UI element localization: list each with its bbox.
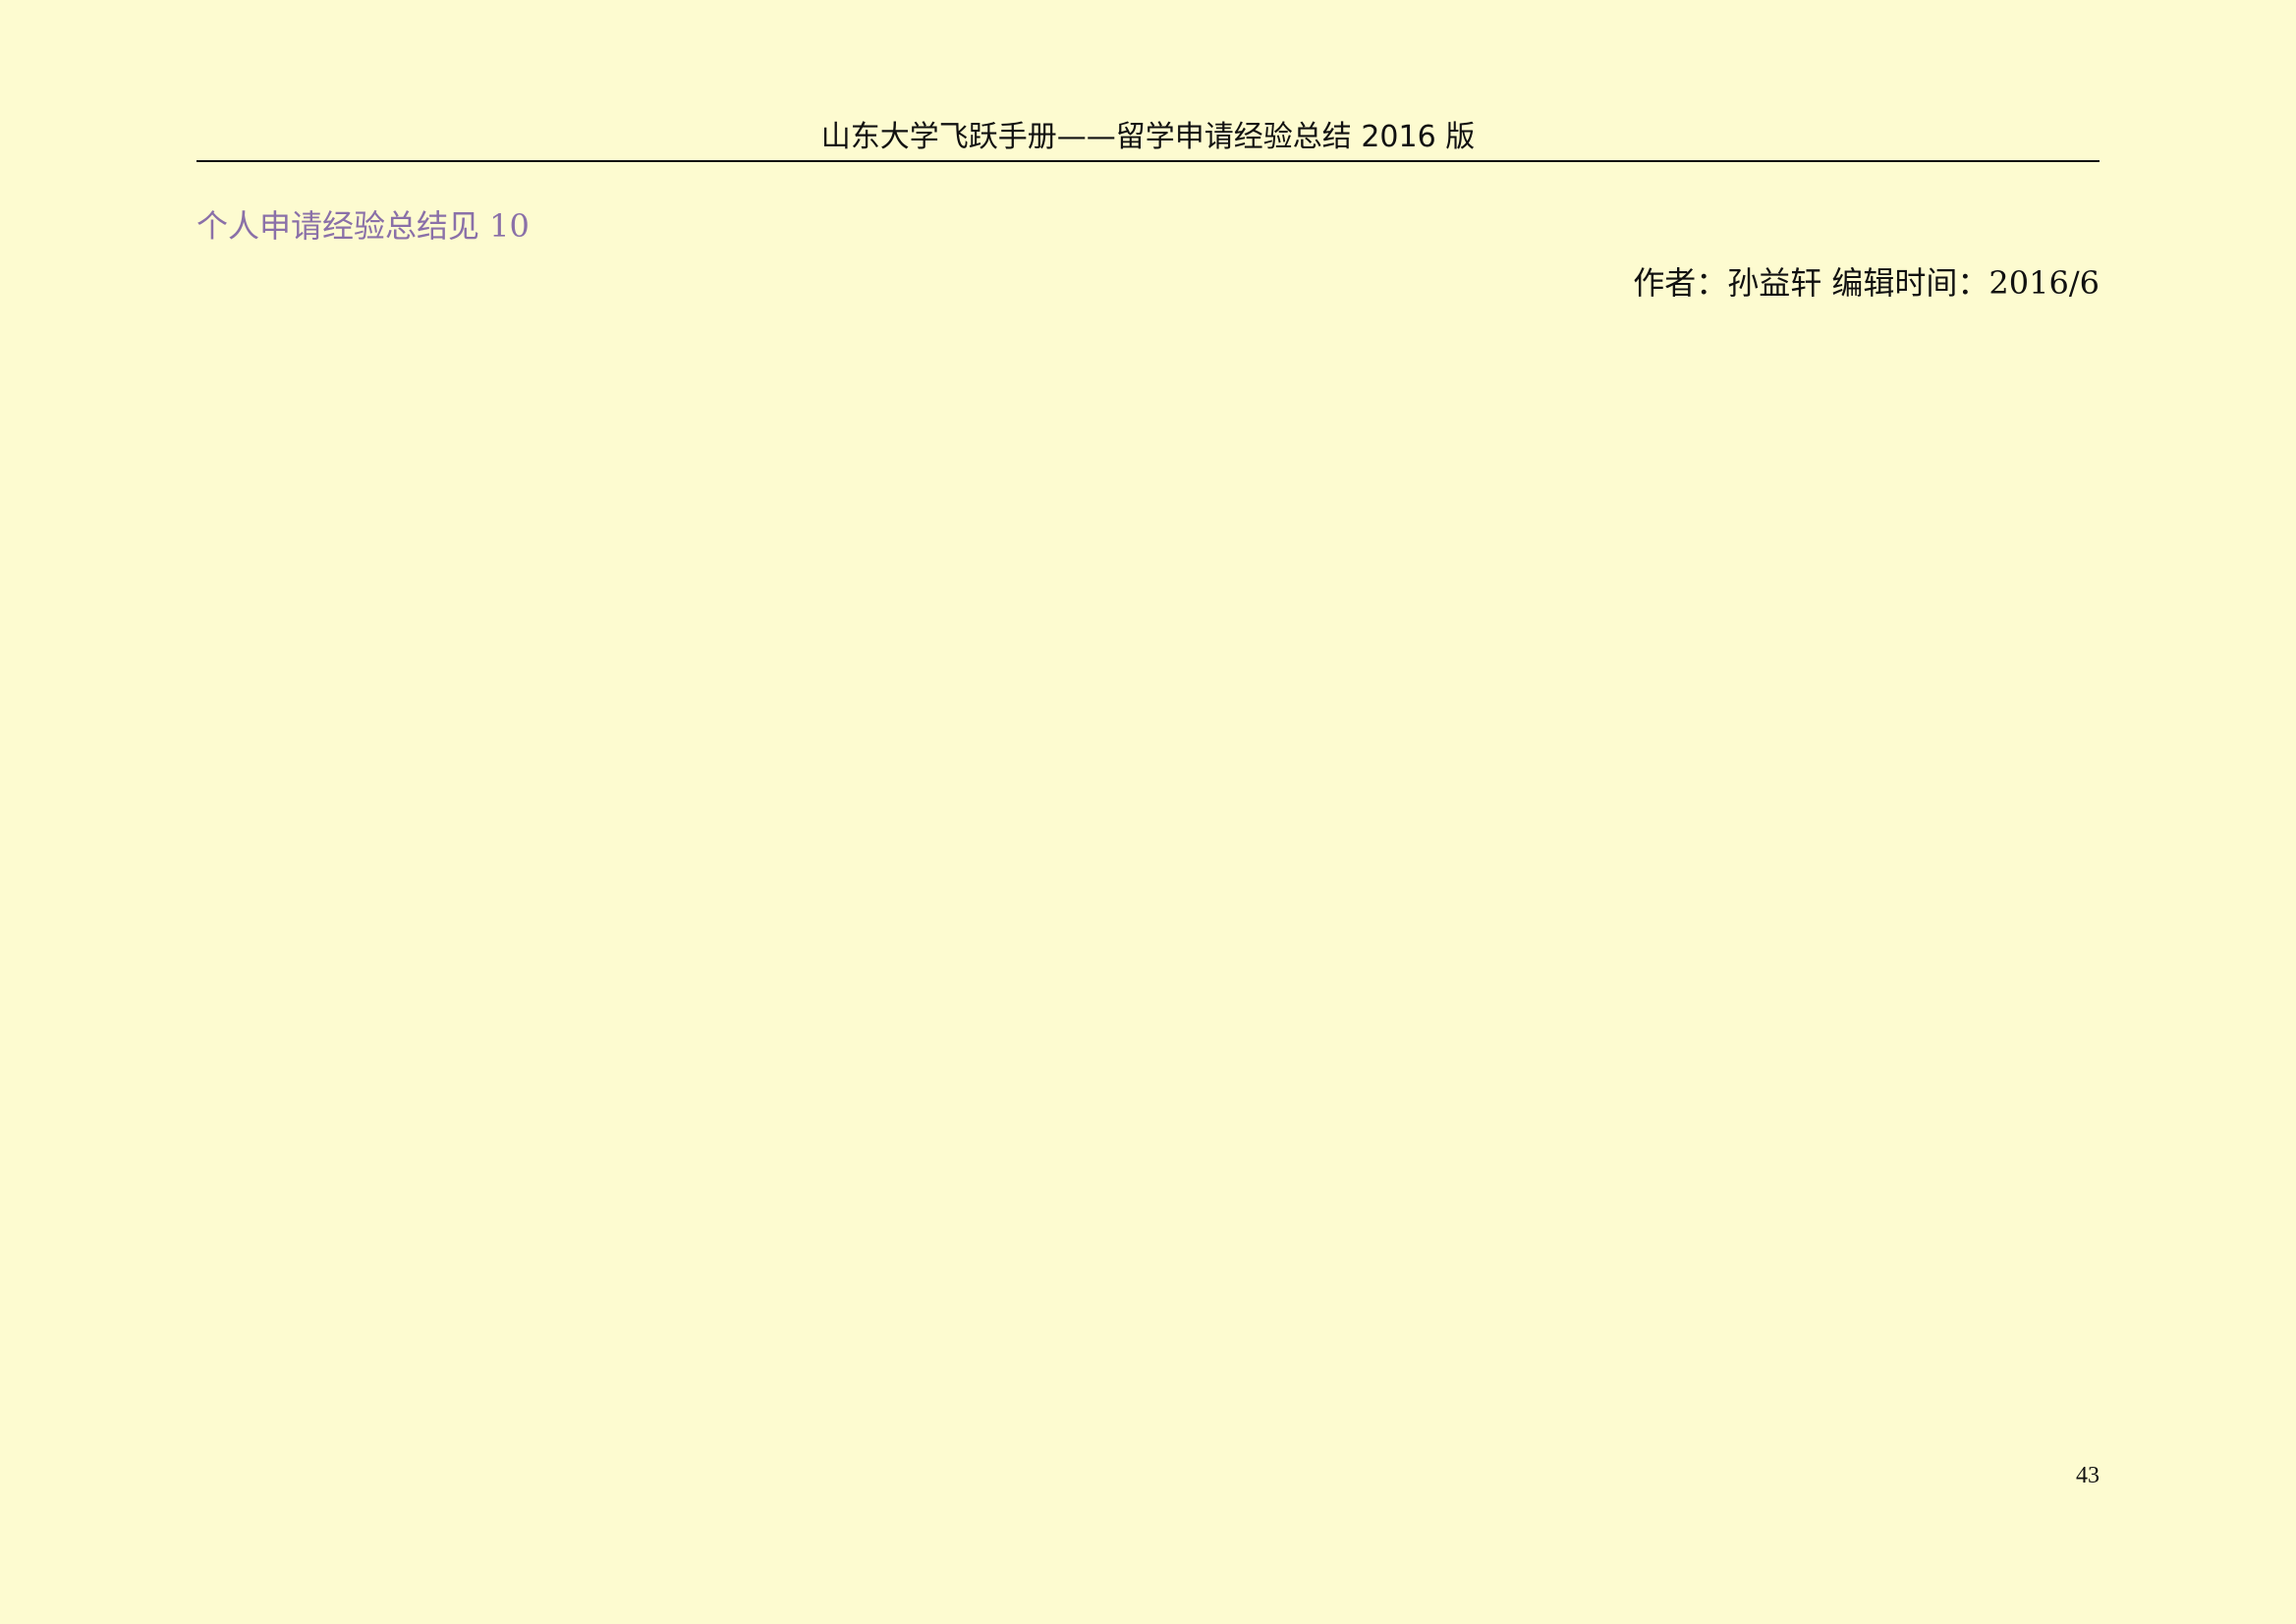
running-header: 山东大学飞跃手册——留学申请经验总结 2016 版 — [820, 120, 1476, 154]
section-title: 个人申请经验总结见 10 — [196, 207, 530, 245]
author-byline: 作者：孙益轩 编辑时间：2016/6 — [1633, 264, 2100, 302]
page-number: 43 — [2076, 1463, 2100, 1488]
header-rule — [196, 160, 2100, 162]
